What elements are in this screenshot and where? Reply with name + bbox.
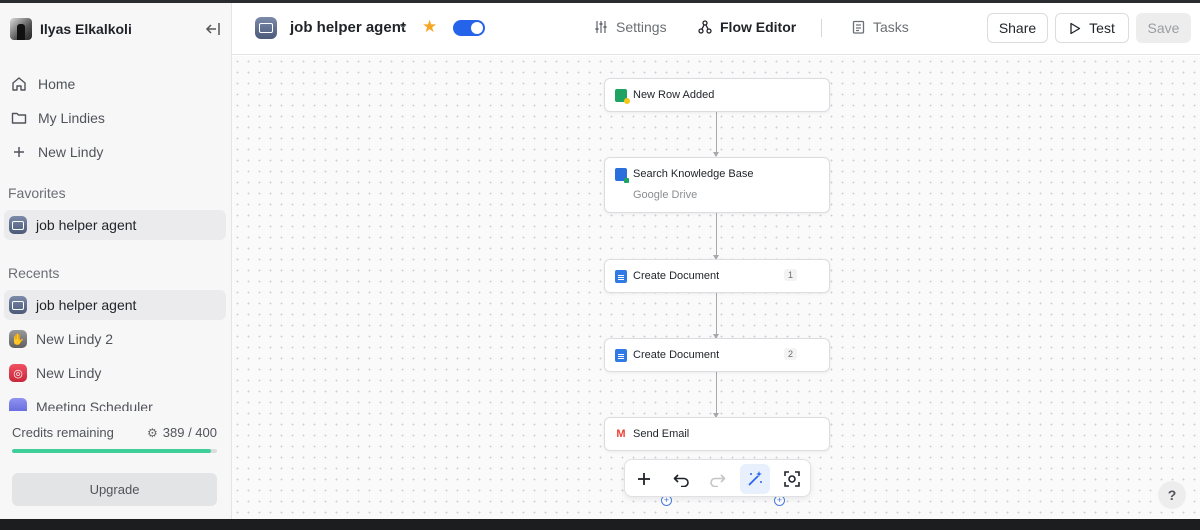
flow-canvas[interactable]: New Row Added Search Knowledge Base Goog…: [232, 56, 1200, 519]
user-menu[interactable]: Ilyas Elkalkoli: [10, 17, 224, 41]
node-step-badge: 1: [783, 269, 797, 281]
hand-icon: ✋: [9, 330, 27, 348]
tab-label: Tasks: [873, 19, 909, 35]
credits-value: ⚙ 389 / 400: [147, 425, 217, 440]
flow-node-create-document-2[interactable]: Create Document 2: [604, 338, 830, 372]
knowledge-base-icon: [615, 168, 629, 183]
credits-progress-bar: [12, 449, 217, 453]
flow-connector: [713, 213, 719, 260]
plus-icon: [636, 471, 652, 487]
node-title: Create Document: [633, 270, 720, 282]
undo-icon: [673, 471, 691, 487]
clipboard-icon: [852, 20, 865, 34]
credits-count: 389 / 400: [162, 425, 217, 440]
credits-progress-fill: [12, 449, 212, 453]
sidebar-item-my-lindies[interactable]: My Lindies: [4, 103, 226, 133]
upgrade-button[interactable]: Upgrade: [12, 473, 217, 506]
tab-label: Flow Editor: [720, 19, 797, 35]
flow-node-create-document-1[interactable]: Create Document 1: [604, 259, 830, 293]
tab-divider: [821, 19, 822, 37]
favorites-heading: Favorites: [8, 185, 66, 201]
robot-icon: [9, 216, 27, 234]
recents-heading: Recents: [8, 265, 60, 281]
node-title: Send Email: [633, 428, 690, 440]
flow-connector: [713, 293, 719, 339]
add-node-button[interactable]: [629, 464, 659, 494]
sidebar-item-label: Home: [38, 76, 76, 92]
recent-item-job-helper-agent[interactable]: job helper agent: [4, 290, 226, 320]
favorite-item-job-helper-agent[interactable]: job helper agent: [4, 210, 226, 240]
collapse-sidebar-icon[interactable]: [202, 18, 224, 40]
credits-panel: Credits remaining ⚙ 389 / 400 Upgrade: [0, 411, 231, 519]
avatar: [10, 18, 32, 40]
node-step-badge: 2: [783, 348, 797, 360]
home-icon: [10, 75, 28, 93]
robot-icon: [9, 296, 27, 314]
node-title: New Row Added: [633, 89, 715, 101]
canvas-toolbar: [624, 459, 811, 497]
node-title: Create Document: [633, 349, 720, 361]
sliders-icon: [594, 20, 608, 34]
google-sheets-icon: [615, 89, 630, 104]
sidebar-item-new-lindy[interactable]: New Lindy: [4, 137, 226, 167]
star-icon[interactable]: ★: [422, 17, 437, 37]
sidebar-item-label: New Lindy: [38, 144, 104, 160]
sidebar-item-label: New Lindy 2: [36, 331, 114, 347]
chevron-down-icon[interactable]: [398, 21, 410, 33]
save-button[interactable]: Save: [1136, 13, 1191, 43]
tab-tasks[interactable]: Tasks: [852, 19, 909, 35]
sidebar-item-label: New Lindy: [36, 365, 102, 381]
tab-settings[interactable]: Settings: [594, 19, 667, 35]
google-docs-icon: [615, 270, 627, 283]
sidebar-item-home[interactable]: Home: [4, 69, 226, 99]
fit-view-button[interactable]: [777, 464, 807, 494]
credits-gear-icon: ⚙: [147, 425, 158, 440]
sidebar-item-label: My Lindies: [38, 110, 105, 126]
play-icon: [1069, 22, 1081, 35]
tab-flow-editor[interactable]: Flow Editor: [698, 19, 796, 35]
plus-icon: [10, 143, 28, 161]
node-subtitle: Google Drive: [633, 189, 698, 201]
node-title: Search Knowledge Base: [633, 168, 754, 180]
sidebar: Ilyas Elkalkoli Home My Lindies New Lind…: [0, 3, 232, 519]
user-name: Ilyas Elkalkoli: [40, 21, 132, 37]
credits-label: Credits remaining: [12, 425, 114, 440]
magic-wand-icon: [746, 470, 764, 488]
help-button[interactable]: ?: [1158, 481, 1186, 509]
taskbar-strip: [0, 519, 1200, 530]
agent-title[interactable]: job helper agent: [290, 19, 406, 36]
undo-button[interactable]: [667, 464, 697, 494]
auto-layout-button[interactable]: [740, 464, 770, 494]
share-button[interactable]: Share: [987, 13, 1048, 43]
sidebar-item-label: job helper agent: [36, 297, 137, 313]
focus-icon: [783, 470, 801, 488]
flow-node-new-row-added[interactable]: New Row Added: [604, 78, 830, 112]
sidebar-item-label: job helper agent: [36, 217, 137, 233]
tab-label: Settings: [616, 19, 667, 35]
flow-node-send-email[interactable]: M Send Email: [604, 417, 830, 451]
test-button[interactable]: Test: [1055, 13, 1129, 43]
gmail-icon: M: [616, 428, 626, 440]
fingerprint-icon: ◎: [9, 364, 27, 382]
recent-item-new-lindy[interactable]: ◎ New Lindy: [4, 358, 226, 388]
flow-connector: [713, 112, 719, 157]
flow-node-search-knowledge-base[interactable]: Search Knowledge Base Google Drive: [604, 157, 830, 213]
redo-button[interactable]: [702, 464, 732, 494]
google-docs-icon: [615, 349, 627, 362]
top-bar: job helper agent ★ Settings Flow Editor …: [232, 3, 1200, 55]
redo-icon: [708, 471, 726, 487]
folder-icon: [10, 109, 28, 127]
flow-icon: [698, 20, 712, 34]
agent-robot-icon: [255, 17, 277, 39]
toggle-knob: [471, 22, 483, 34]
flow-connector: [713, 372, 719, 418]
test-label: Test: [1089, 20, 1115, 36]
recent-item-new-lindy-2[interactable]: ✋ New Lindy 2: [4, 324, 226, 354]
agent-enabled-toggle[interactable]: [453, 20, 485, 36]
